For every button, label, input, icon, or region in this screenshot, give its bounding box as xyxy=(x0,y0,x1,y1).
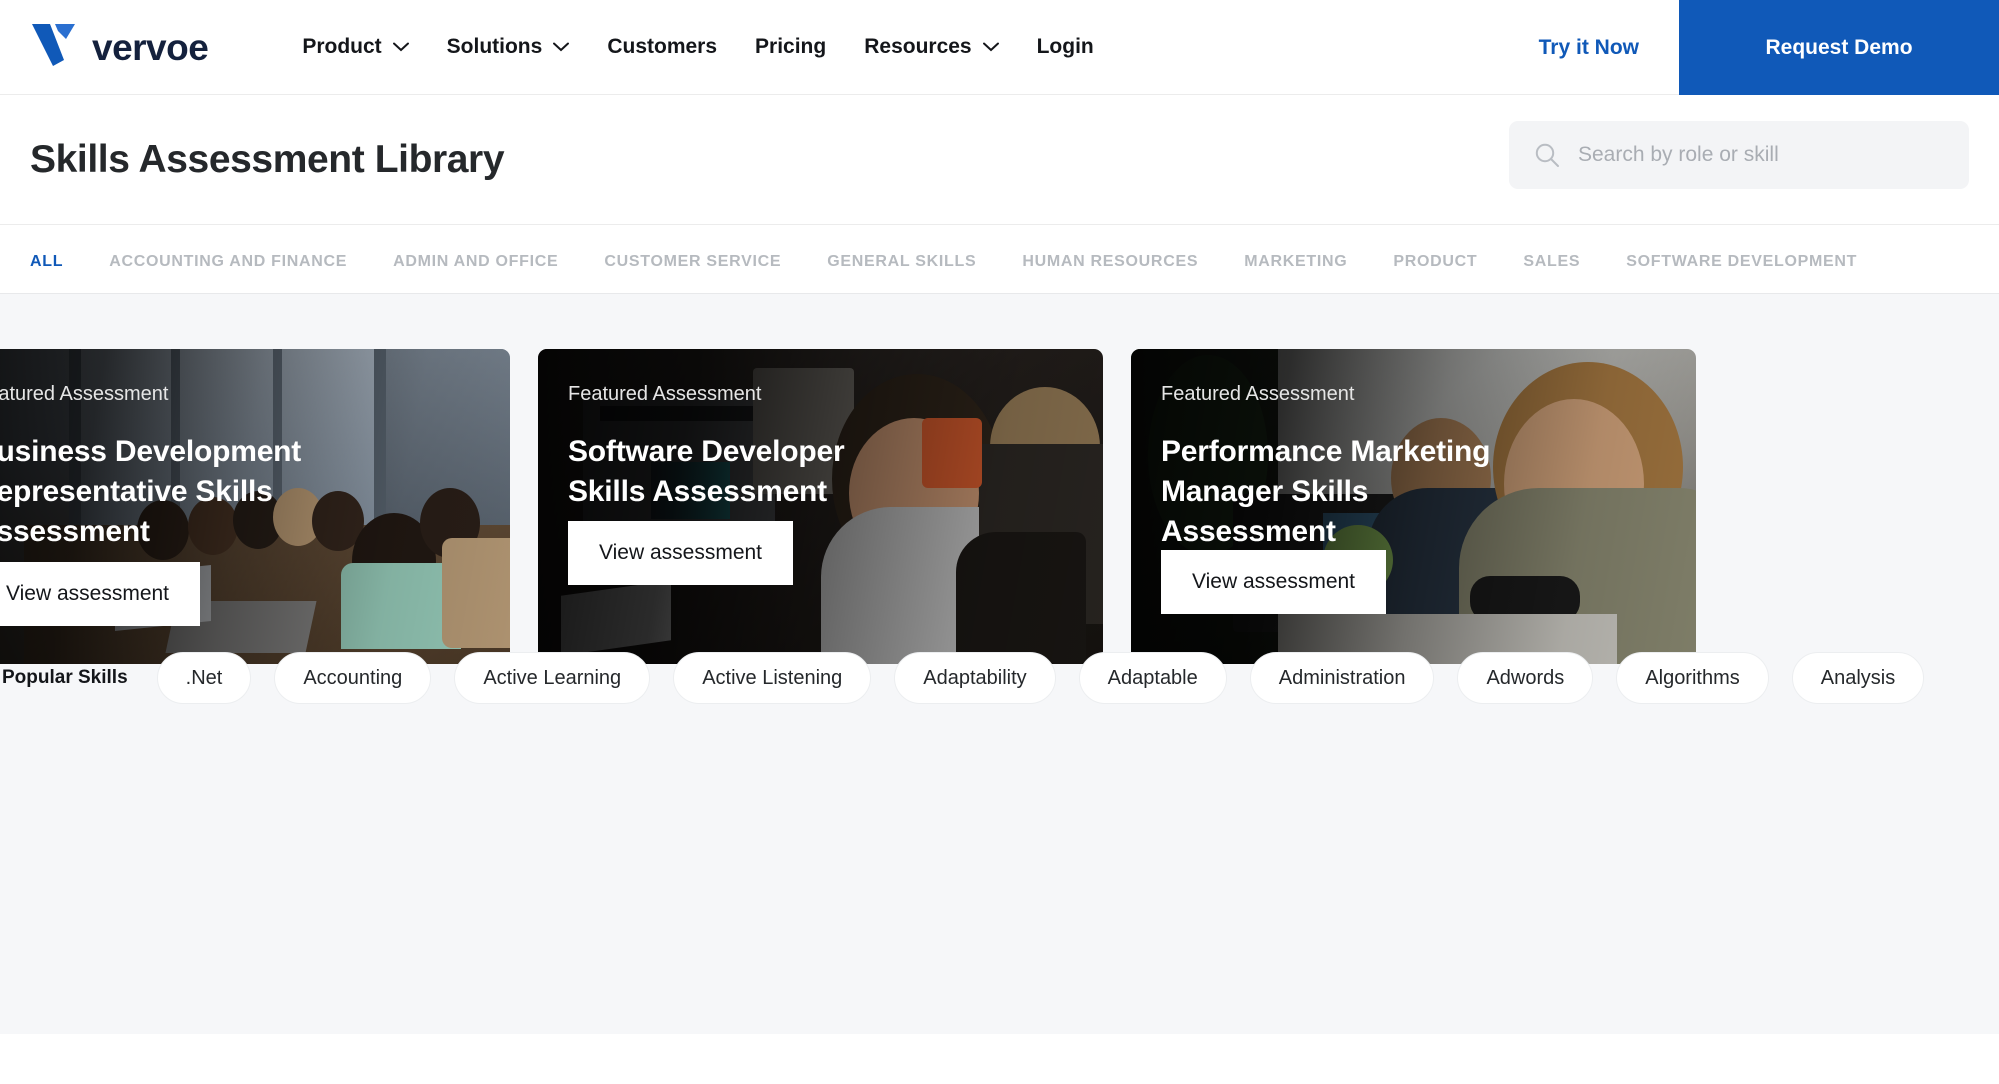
view-assessment-button[interactable]: View assessment xyxy=(1161,550,1387,614)
card-eyebrow: Featured Assessment xyxy=(0,383,169,405)
tab-general-skills[interactable]: GENERAL SKILLS xyxy=(827,253,976,271)
vervoe-wordmark: vervoe xyxy=(92,26,209,68)
nav-item-label: Pricing xyxy=(755,35,827,58)
nav-item-pricing[interactable]: Pricing xyxy=(736,0,845,95)
card-title: Performance Marketing Manager Skills Ass… xyxy=(1161,435,1491,548)
main-content: Featured Assessment Business Development… xyxy=(0,294,1999,1034)
nav-item-label: Customers xyxy=(607,35,718,58)
card-content: Featured Assessment Software Developer S… xyxy=(538,349,1103,664)
chevron-down-icon xyxy=(982,42,999,52)
skill-pill[interactable]: .Net xyxy=(156,652,252,704)
popular-skills-row: Popular Skills .Net Accounting Active Le… xyxy=(0,652,1999,704)
try-it-now-link[interactable]: Try it Now xyxy=(1499,36,1679,60)
skill-pill[interactable]: Administration xyxy=(1249,652,1435,704)
skill-pill[interactable]: Analysis xyxy=(1791,652,1925,704)
tab-human-resources[interactable]: HUMAN RESOURCES xyxy=(1022,253,1198,271)
nav-items: Product Solutions Customers Pricing Reso… xyxy=(283,0,1112,95)
card-title: Software Developer Skills Assessment xyxy=(568,435,845,508)
tab-software-development[interactable]: SOFTWARE DEVELOPMENT xyxy=(1626,253,1857,271)
card-title: Business Development Representative Skil… xyxy=(0,435,302,548)
nav-right-actions: Try it Now Request Demo xyxy=(1499,0,1999,95)
card-content: Featured Assessment Performance Marketin… xyxy=(1131,349,1696,664)
nav-item-login[interactable]: Login xyxy=(1018,0,1113,95)
featured-card-software-developer[interactable]: Featured Assessment Software Developer S… xyxy=(538,349,1103,664)
skill-pill[interactable]: Adaptable xyxy=(1078,652,1227,704)
search-input[interactable]: Search by role or skill xyxy=(1509,121,1969,189)
page-title: Skills Assessment Library xyxy=(30,137,505,181)
search-placeholder: Search by role or skill xyxy=(1578,143,1779,166)
request-demo-button[interactable]: Request Demo xyxy=(1679,0,1999,95)
tab-customer-service[interactable]: CUSTOMER SERVICE xyxy=(604,253,781,271)
chevron-down-icon xyxy=(392,42,409,52)
skill-pill[interactable]: Active Learning xyxy=(454,652,651,704)
featured-card-business-development[interactable]: Featured Assessment Business Development… xyxy=(0,349,510,664)
top-navigation-bar: vervoe Product Solutions Customers Prici… xyxy=(0,0,1999,95)
category-tabs: ALL ACCOUNTING AND FINANCE ADMIN AND OFF… xyxy=(0,225,1999,294)
popular-skills-label: Popular Skills xyxy=(2,667,128,688)
tab-accounting-and-finance[interactable]: ACCOUNTING AND FINANCE xyxy=(109,253,347,271)
tab-admin-and-office[interactable]: ADMIN AND OFFICE xyxy=(393,253,558,271)
featured-assessment-cards: Featured Assessment Business Development… xyxy=(0,294,1999,664)
featured-card-performance-marketing-manager[interactable]: Featured Assessment Performance Marketin… xyxy=(1131,349,1696,664)
nav-item-label: Login xyxy=(1036,35,1094,58)
tab-sales[interactable]: SALES xyxy=(1523,253,1580,271)
skill-pill[interactable]: Adaptability xyxy=(894,652,1056,704)
category-tabs-row: ALL ACCOUNTING AND FINANCE ADMIN AND OFF… xyxy=(0,253,1999,271)
skill-pill[interactable]: Adwords xyxy=(1457,652,1594,704)
skill-pill[interactable]: Accounting xyxy=(274,652,432,704)
nav-item-label: Solutions xyxy=(446,35,543,58)
nav-item-customers[interactable]: Customers xyxy=(588,0,736,95)
skill-pill[interactable]: Active Listening xyxy=(673,652,872,704)
vervoe-logo[interactable]: vervoe xyxy=(30,0,209,95)
card-eyebrow: Featured Assessment xyxy=(1161,383,1355,405)
page-header: Skills Assessment Library Search by role… xyxy=(0,95,1999,225)
tab-all[interactable]: ALL xyxy=(30,253,63,271)
view-assessment-button[interactable]: View assessment xyxy=(568,521,794,585)
card-eyebrow: Featured Assessment xyxy=(568,383,762,405)
skill-pill[interactable]: Algorithms xyxy=(1616,652,1769,704)
nav-item-label: Resources xyxy=(864,35,972,58)
search-icon xyxy=(1533,141,1561,169)
tab-marketing[interactable]: MARKETING xyxy=(1244,253,1347,271)
nav-item-product[interactable]: Product xyxy=(283,0,427,95)
nav-item-label: Product xyxy=(302,35,382,58)
nav-item-resources[interactable]: Resources xyxy=(845,0,1017,95)
view-assessment-button[interactable]: View assessment xyxy=(0,562,201,626)
vervoe-v-mark-icon xyxy=(30,22,82,73)
nav-item-solutions[interactable]: Solutions xyxy=(428,0,589,95)
tab-product[interactable]: PRODUCT xyxy=(1393,253,1477,271)
chevron-down-icon xyxy=(553,42,570,52)
